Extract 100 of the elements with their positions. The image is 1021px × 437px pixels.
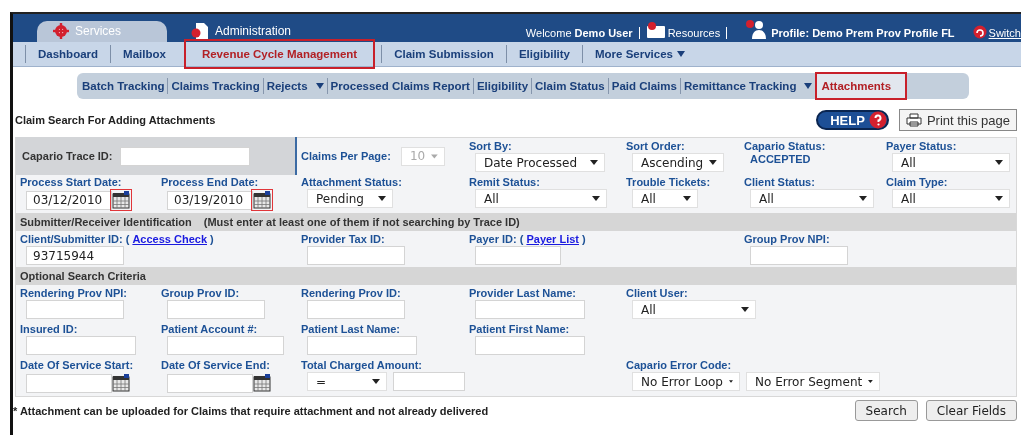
sub-nav-item[interactable]: Claim Status [531,78,608,94]
field-label: Provider Tax ID: [301,233,385,245]
dropdown[interactable]: = [307,372,387,391]
nav-item[interactable]: Revenue Cycle Management [183,39,376,69]
caret-icon [683,196,691,201]
caret-icon [995,196,1003,201]
sub-nav-item[interactable]: Processed Claims Report [326,78,473,94]
print-button[interactable]: Print this page [898,109,1017,131]
caret-icon [590,160,598,165]
footnote: * Attachment can be uploaded for Claims that require attachment and not already delivered [13,404,489,417]
help-button[interactable]: HELP [816,110,889,130]
date-field[interactable] [167,373,253,393]
input-field[interactable] [26,336,136,355]
resources-link[interactable]: Resources [645,21,721,39]
caret-icon [868,379,873,384]
input-field[interactable] [26,300,124,319]
nav-item[interactable]: Dashboard [25,45,111,63]
input-field[interactable] [475,246,561,265]
field-label: Trouble Tickets: [626,176,711,188]
status-value: ACCEPTED [750,153,811,165]
dropdown[interactable]: No Error Segment [746,372,880,391]
field-label: Group Prov NPI: [744,233,830,245]
input-field[interactable] [167,336,284,355]
section-title: Submitter/Receiver Identification [20,216,192,228]
welcome-text: Welcome Demo User [525,27,633,39]
field-label: Capario Error Code: [626,359,732,371]
sub-nav-item[interactable]: Batch Tracking [79,78,168,94]
nav-item[interactable]: Eligibility [505,45,582,63]
sub-nav-item[interactable]: Claims Tracking [167,78,263,94]
input-field[interactable] [307,246,405,265]
field-label: Insured ID: [20,323,78,335]
dropdown[interactable]: Date Processed [475,153,605,172]
dropdown[interactable]: All [892,189,1010,208]
form-button[interactable]: Search [854,400,918,421]
nav-item[interactable]: Claim Submission [381,45,506,63]
input-field[interactable]: 93715944 [26,246,124,265]
input-field[interactable] [307,336,417,355]
input-field[interactable] [307,300,405,319]
field-label: Date Of Service End: [161,359,270,371]
field-label: Group Prov ID: [161,287,240,299]
input-field[interactable] [750,246,848,265]
caret-icon [378,196,386,201]
date-field[interactable] [26,373,112,393]
sub-nav-item[interactable]: Paid Claims [607,78,680,94]
dropdown[interactable]: All [632,189,698,208]
field-label: Patient Last Name: [301,323,401,335]
dropdown[interactable]: Pending [307,189,393,208]
link[interactable]: Payer List [526,233,579,245]
sub-nav-item[interactable]: Rejects [262,78,327,94]
calendar-icon[interactable] [110,372,132,394]
field-label: Client User: [626,287,688,299]
caret-icon [804,83,813,89]
section-title: Optional Search Criteria [20,270,146,282]
switch-link[interactable]: Switch [972,25,1021,39]
input-field[interactable] [167,300,265,319]
field-label: ) [210,233,214,245]
nav-item[interactable]: More Services [582,45,697,63]
document-icon [191,22,209,40]
dropdown[interactable]: All [892,153,1010,172]
input-field[interactable] [120,146,251,166]
input-field[interactable] [393,372,465,391]
section-note: (Must enter at least one of them if not searching by Trace ID) [203,216,520,228]
caret-icon [315,83,324,89]
dropdown[interactable]: All [750,189,874,208]
field-label: Client/Submitter ID: ( [20,233,130,245]
refresh-icon [972,25,987,39]
field-label: Capario Status: [744,140,826,152]
calendar-icon[interactable] [251,372,273,394]
input-field[interactable] [475,300,585,319]
field-label: Sort By: [469,140,512,152]
nav-item[interactable]: Mailbox [110,45,178,63]
caret-icon [729,379,733,384]
page-title: Claim Search For Adding Attachments [15,114,216,126]
folder-icon [645,21,666,39]
caret-icon [709,160,717,165]
field-label: Claims Per Page: [301,150,391,162]
date-field[interactable]: 03/19/2010 [167,190,253,210]
field-label: Patient Account #: [161,323,258,335]
date-field[interactable]: 03/12/2010 [26,190,112,210]
sub-nav-item[interactable]: Attachments [815,72,908,100]
input-field[interactable] [475,336,585,355]
field-label: Sort Order: [626,140,685,152]
sub-nav-item[interactable]: Eligibility [472,78,532,94]
calendar-icon[interactable] [110,189,132,211]
dropdown[interactable]: All [632,300,756,319]
form-button[interactable]: Clear Fields [925,400,1017,421]
field-label: Rendering Prov ID: [301,287,401,299]
top-tab[interactable]: Administration [175,21,308,42]
field-label: Payer Status: [886,140,957,152]
field-label: Patient First Name: [469,323,570,335]
dropdown[interactable]: Ascending [632,153,724,172]
dropdown[interactable]: No Error Loop [632,372,740,391]
dropdown[interactable]: All [475,189,607,208]
link[interactable]: Access Check [132,233,207,245]
calendar-icon[interactable] [251,189,273,211]
caret-icon [677,51,685,57]
field-label: Provider Last Name: [469,287,576,299]
caret-icon [431,153,438,159]
person-icon [745,19,768,39]
field-label: ) [582,233,586,245]
